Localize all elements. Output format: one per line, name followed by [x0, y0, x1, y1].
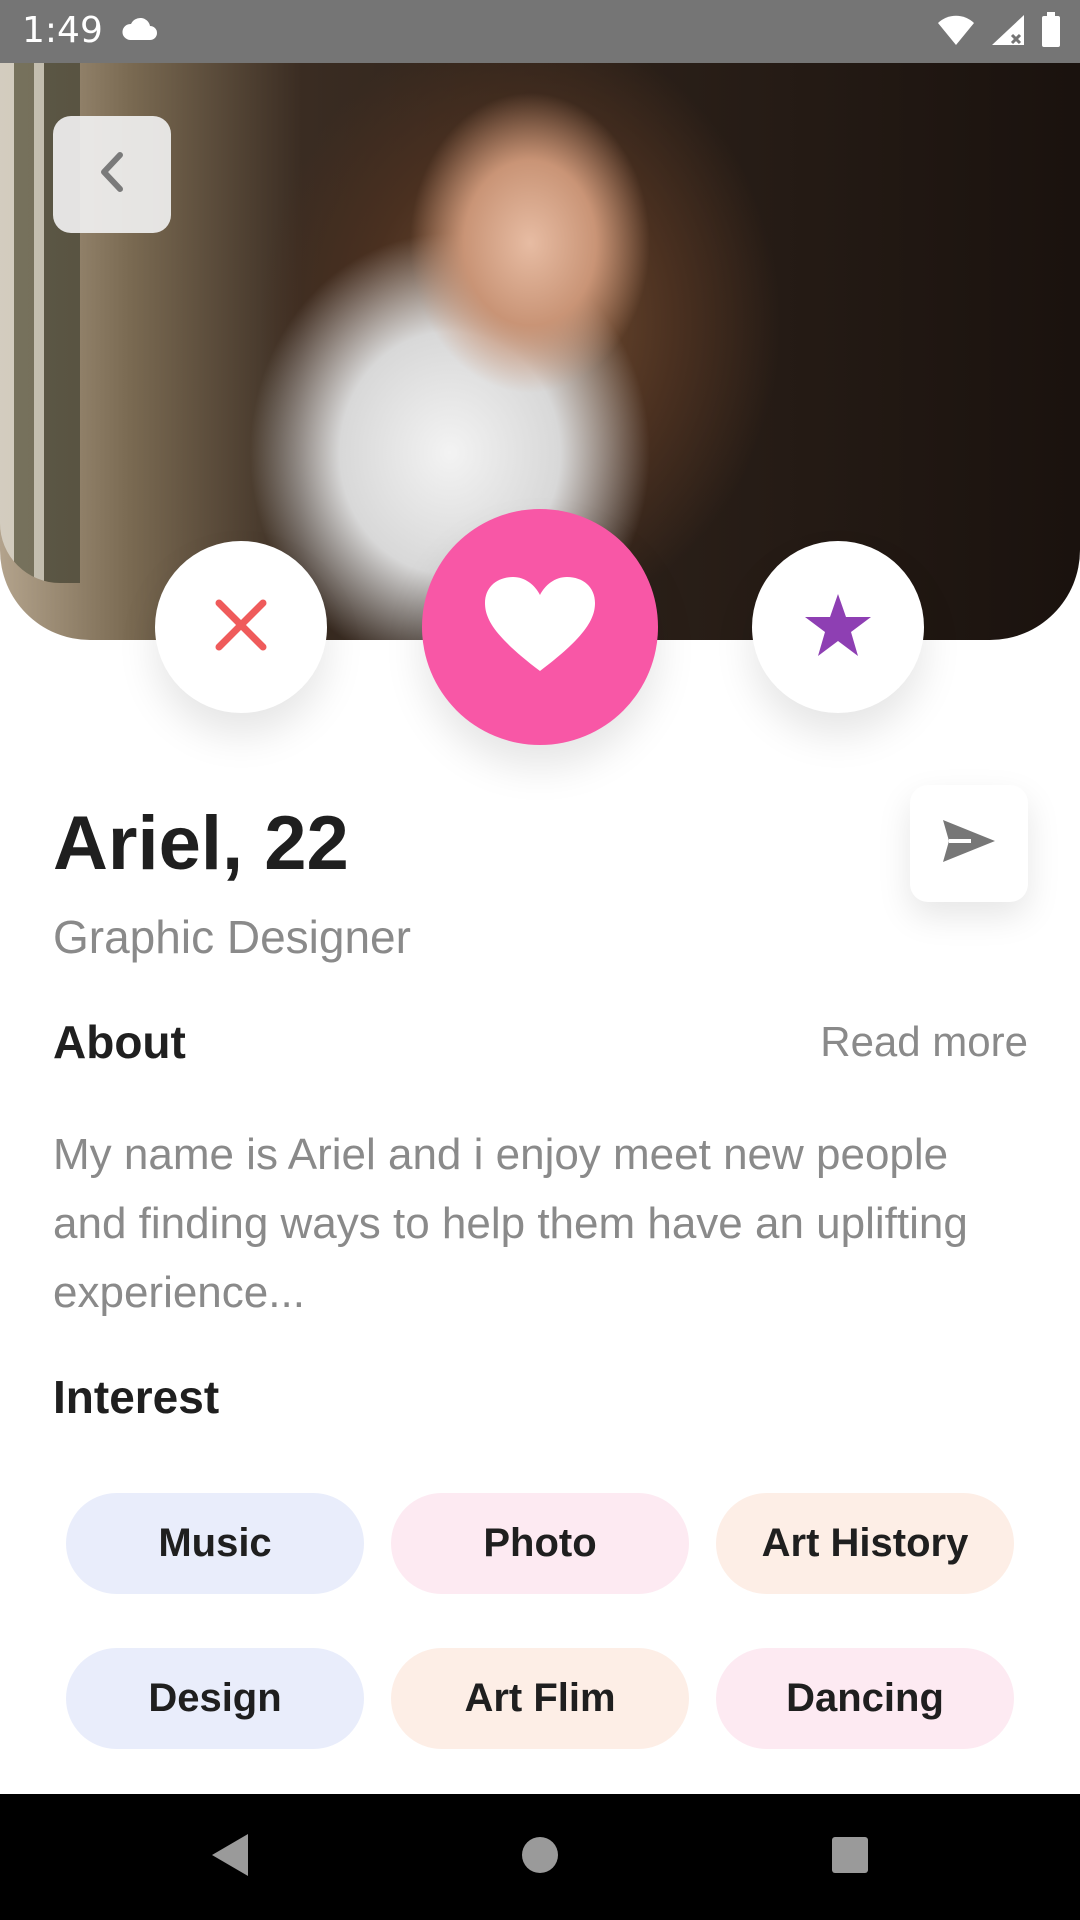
recents-square-icon — [830, 1835, 870, 1880]
cloud-icon — [120, 16, 158, 47]
interest-heading: Interest — [53, 1371, 220, 1423]
heart-icon — [485, 576, 595, 678]
profile-name: Ariel, 22 — [53, 801, 349, 886]
nav-back-button[interactable] — [190, 1794, 270, 1920]
about-text: My name is Ariel and i enjoy meet new pe… — [53, 1130, 968, 1317]
superlike-button[interactable] — [752, 541, 924, 713]
home-circle-icon — [520, 1835, 560, 1880]
interest-chip[interactable]: Art Flim — [391, 1648, 689, 1749]
close-icon — [213, 597, 269, 658]
back-triangle-icon — [210, 1832, 250, 1883]
star-icon — [803, 592, 873, 663]
back-button[interactable] — [53, 116, 171, 233]
like-button[interactable] — [422, 509, 658, 745]
chevron-left-icon — [92, 147, 132, 202]
read-more-link[interactable]: Read more — [820, 1018, 1028, 1066]
profile-job: Graphic Designer — [53, 911, 411, 963]
interest-chips: Music Photo Art History Design Art Flim … — [66, 1493, 1016, 1749]
status-bar: 1:49 — [0, 0, 1080, 63]
status-time: 1:49 — [22, 10, 103, 51]
send-icon — [941, 818, 997, 869]
wifi-icon — [936, 13, 976, 52]
interest-chip[interactable]: Art History — [716, 1493, 1014, 1594]
dislike-button[interactable] — [155, 541, 327, 713]
system-nav-bar — [0, 1794, 1080, 1920]
send-message-button[interactable] — [910, 785, 1028, 902]
signal-icon — [990, 13, 1026, 52]
nav-home-button[interactable] — [500, 1794, 580, 1920]
about-heading: About — [53, 1016, 186, 1068]
battery-icon — [1040, 12, 1062, 53]
interest-chip[interactable]: Photo — [391, 1493, 689, 1594]
interest-chip[interactable]: Music — [66, 1493, 364, 1594]
interest-chip[interactable]: Dancing — [716, 1648, 1014, 1749]
nav-recents-button[interactable] — [810, 1794, 890, 1920]
interest-chip[interactable]: Design — [66, 1648, 364, 1749]
